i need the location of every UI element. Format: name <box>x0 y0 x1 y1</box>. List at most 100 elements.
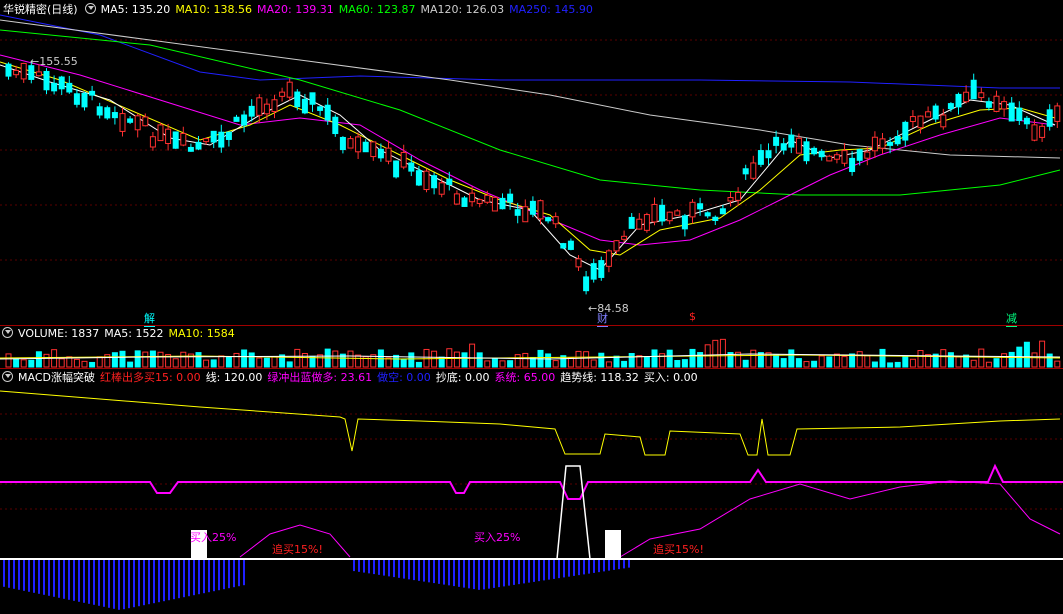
candle-body <box>20 62 27 80</box>
volume-bar <box>1031 352 1038 368</box>
candle-body <box>780 143 787 151</box>
price-panel[interactable]: 华锐精密(日线) MA5: 135.20 MA10: 138.56 MA20: 139… <box>0 0 1063 327</box>
volume-bar <box>605 361 612 368</box>
volume-bar <box>643 356 650 368</box>
volume-bar <box>58 358 65 368</box>
candle-body <box>81 92 88 108</box>
candle-body <box>469 192 476 203</box>
candle-body <box>871 136 878 152</box>
volume-bar <box>811 360 818 368</box>
candle-body <box>666 211 673 222</box>
candle-body <box>256 97 263 116</box>
candle-body <box>35 71 42 77</box>
candle-body <box>932 105 939 120</box>
candle-body <box>621 235 628 240</box>
candle-body <box>263 103 270 115</box>
candle-body <box>317 106 324 111</box>
candle-body <box>1023 117 1030 125</box>
candle-body <box>552 216 559 225</box>
candle-body <box>377 148 384 159</box>
volume-bar <box>256 357 263 368</box>
candle-body <box>605 250 612 267</box>
low-price-marker: ←84.58 <box>588 302 629 315</box>
indicator-panel[interactable]: MACD涨幅突破 红棒出多买15: 0.00 线: 120.00 绿冲出蓝做多: 23… <box>0 369 1063 614</box>
candle-body <box>849 157 856 173</box>
candle-body <box>127 118 134 123</box>
volume-bar <box>172 358 179 368</box>
candle-body <box>393 160 400 178</box>
indicator-header: MACD涨幅突破 红棒出多买15: 0.00 线: 120.00 绿冲出蓝做多: 23… <box>0 371 703 385</box>
volume-panel[interactable]: VOLUME: 1837 MA5: 1522 MA10: 1584 <box>0 326 1063 368</box>
candle-body <box>735 191 742 201</box>
volume-bar <box>818 355 825 368</box>
candle-body <box>347 138 354 149</box>
volume-bar <box>271 356 278 368</box>
candle-body <box>818 150 825 158</box>
dropdown-icon[interactable] <box>2 371 13 382</box>
candle-body <box>719 208 726 215</box>
candle-body <box>545 217 552 222</box>
candle-body <box>210 130 217 143</box>
candle-body <box>438 182 445 195</box>
indicator-chart[interactable] <box>0 369 1063 614</box>
candle-body <box>119 113 126 132</box>
candle-body <box>5 63 12 77</box>
candle-body <box>187 146 194 152</box>
high-price-value: 155.55 <box>39 55 78 68</box>
candle-body <box>727 197 734 202</box>
volume-bar <box>180 351 187 368</box>
candlestick-chart[interactable] <box>0 0 1063 325</box>
indicator-name: MACD涨幅突破 <box>18 371 95 384</box>
indicator-bottom: 抄底: 0.00 <box>435 371 490 384</box>
volume-bar <box>651 349 658 368</box>
candle-body <box>742 168 749 175</box>
volume-bar <box>940 349 947 368</box>
candle-body <box>96 106 103 116</box>
volume-bar <box>225 356 232 368</box>
volume-bar <box>909 358 916 368</box>
candle-body <box>233 116 240 122</box>
volume-bar <box>674 360 681 368</box>
candle-body <box>1016 107 1023 121</box>
indicator-short: 做空: 0.00 <box>377 371 431 384</box>
candle-body <box>750 162 757 179</box>
volume-bar <box>742 359 749 368</box>
buy-signal-label: 买入25% <box>474 531 521 544</box>
candle-body <box>142 116 149 127</box>
chase-buy-label: 追买15%! <box>653 543 704 556</box>
volume-bar <box>947 352 954 368</box>
candle-body <box>757 150 764 165</box>
volume-bar <box>864 355 871 368</box>
dropdown-icon[interactable] <box>2 327 13 338</box>
candle-body <box>689 201 696 218</box>
volume-bar <box>590 359 597 368</box>
candle-body <box>355 136 362 153</box>
candle-body <box>583 276 590 292</box>
candle-body <box>134 115 141 131</box>
system-line <box>0 463 1063 500</box>
candle-body <box>1008 102 1015 122</box>
candle-body <box>172 131 179 149</box>
candle-body <box>704 212 711 217</box>
candle-body <box>598 260 605 278</box>
volume-bar <box>826 356 833 368</box>
candle-body <box>111 112 118 119</box>
candle-body <box>1054 105 1061 122</box>
volume-bar <box>803 361 810 368</box>
candle-body <box>811 147 818 155</box>
dropdown-icon[interactable] <box>84 3 96 14</box>
candle-body <box>453 193 460 205</box>
volume-bar <box>567 357 574 368</box>
volume-bar <box>476 352 483 368</box>
moving-average-line <box>0 64 1056 271</box>
candle-body <box>993 95 1000 112</box>
event-marker-dividend[interactable]: $ <box>689 310 696 323</box>
candle-body <box>826 155 833 162</box>
candle-body <box>879 138 886 149</box>
volume-bar <box>286 361 293 368</box>
candle-body <box>332 116 339 135</box>
volume-bar <box>35 351 42 368</box>
candle-body <box>461 197 468 207</box>
volume-bar <box>301 353 308 368</box>
volume-bar <box>400 358 407 368</box>
